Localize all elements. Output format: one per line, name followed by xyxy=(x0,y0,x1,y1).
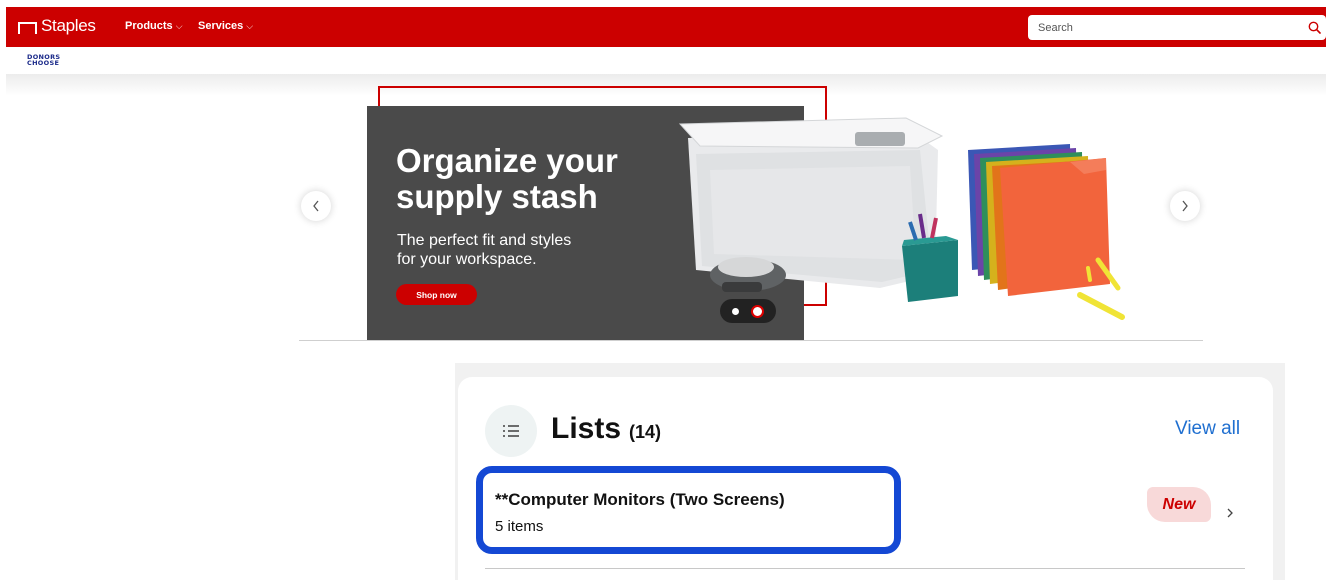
lists-count: (14) xyxy=(629,422,662,442)
staples-logo[interactable]: Staples xyxy=(18,16,96,36)
search-icon[interactable] xyxy=(1302,16,1326,40)
chevron-down-icon: ⌵ xyxy=(175,20,183,31)
list-item[interactable]: **Computer Monitors (Two Screens) 5 item… xyxy=(476,466,901,554)
list-item-name: **Computer Monitors (Two Screens) xyxy=(495,490,785,509)
new-badge: New xyxy=(1147,487,1211,522)
search-box xyxy=(1028,15,1326,40)
carousel-prev-button[interactable] xyxy=(301,191,331,221)
carousel-dot-2-active[interactable] xyxy=(751,304,764,318)
chevron-left-icon xyxy=(313,200,319,212)
nav-services-label: Services xyxy=(198,20,244,32)
nav-products-label: Products xyxy=(125,20,173,32)
storage-products-image xyxy=(678,117,1125,320)
list-divider xyxy=(485,568,1245,569)
hero-subtitle: The perfect fit and styles for your work… xyxy=(397,231,657,269)
search-input[interactable] xyxy=(1028,21,1302,34)
donors-choose-line2: CHOOSE xyxy=(27,59,60,67)
chevron-right-icon[interactable] xyxy=(1222,505,1238,521)
hero-title-line1: Organize your xyxy=(396,142,618,179)
hero-title: Organize your supply stash xyxy=(396,143,696,215)
hero-divider xyxy=(299,340,1203,341)
hero-title-line2: supply stash xyxy=(396,178,598,215)
staples-logo-mark-icon xyxy=(18,21,37,34)
view-all-link[interactable]: View all xyxy=(1175,418,1240,440)
nav-services[interactable]: Services ⌵ xyxy=(198,20,253,32)
staples-logo-text: Staples xyxy=(41,16,96,35)
hero-subtitle-line2: for your workspace. xyxy=(397,251,537,268)
list-item-count: 5 items xyxy=(495,518,544,535)
hero-subtitle-line1: The perfect fit and styles xyxy=(397,232,572,249)
carousel-dot-1[interactable] xyxy=(732,307,739,315)
carousel-next-button[interactable] xyxy=(1170,191,1200,221)
carousel-pagination xyxy=(720,299,776,323)
lists-heading: Lists (14) xyxy=(551,412,661,446)
shop-now-button[interactable]: Shop now xyxy=(396,284,477,305)
top-navigation-bar: Staples Products ⌵ Services ⌵ xyxy=(6,7,1326,47)
chevron-down-icon: ⌵ xyxy=(246,20,254,31)
list-icon xyxy=(485,405,537,457)
donors-choose-logo[interactable]: DONORS CHOOSE xyxy=(27,54,69,67)
nav-products[interactable]: Products ⌵ xyxy=(125,20,183,32)
lists-heading-label: Lists xyxy=(551,412,622,445)
chevron-right-icon xyxy=(1182,200,1188,212)
